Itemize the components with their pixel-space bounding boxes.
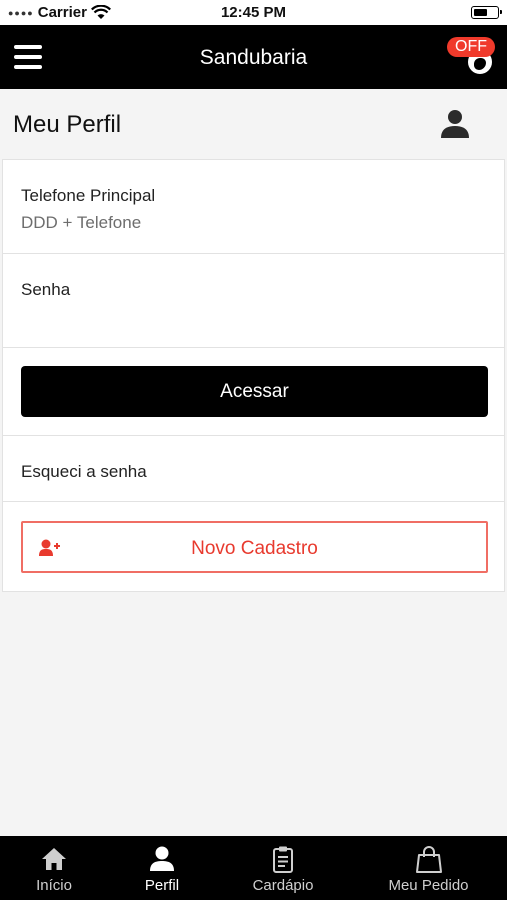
phone-label: Telefone Principal <box>21 186 156 205</box>
password-field-row: Senha <box>3 254 504 348</box>
login-row: Acessar <box>3 348 504 436</box>
phone-field-row: Telefone Principal <box>3 160 504 254</box>
tab-label: Meu Pedido <box>388 877 469 894</box>
tab-label: Cardápio <box>252 877 314 894</box>
battery-icon <box>471 6 502 19</box>
tab-perfil[interactable]: Perfil <box>108 836 216 900</box>
bottom-tab-bar: Início Perfil Cardápio Meu Pedido <box>0 836 507 900</box>
register-label: Novo Cadastro <box>191 538 318 559</box>
store-status-toggle[interactable]: OFF <box>445 35 495 77</box>
tab-label: Início <box>36 877 72 894</box>
user-icon <box>150 846 174 871</box>
page-header: Meu Perfil <box>0 89 507 159</box>
app-header: Sandubaria OFF <box>0 25 507 89</box>
register-button[interactable]: Novo Cadastro <box>21 521 488 573</box>
status-time: 12:45 PM <box>220 4 287 21</box>
forgot-password-row: Esqueci a senha <box>3 436 504 502</box>
tab-inicio[interactable]: Início <box>0 836 108 900</box>
phone-input[interactable] <box>21 212 481 234</box>
password-label: Senha <box>21 280 71 299</box>
home-icon <box>42 848 66 870</box>
login-form: Telefone Principal Senha Acessar Esqueci… <box>2 159 505 592</box>
app-title: Sandubaria <box>199 46 308 69</box>
forgot-password-link[interactable]: Esqueci a senha <box>21 462 147 482</box>
tab-label: Perfil <box>144 877 180 894</box>
tab-cardapio[interactable]: Cardápio <box>216 836 350 900</box>
page-title: Meu Perfil <box>13 111 122 138</box>
tab-meu-pedido[interactable]: Meu Pedido <box>350 836 507 900</box>
user-icon <box>441 110 469 138</box>
password-input[interactable] <box>21 306 481 328</box>
shopping-bag-icon <box>415 846 442 873</box>
status-badge: OFF <box>447 37 495 57</box>
clipboard-icon <box>273 846 293 873</box>
login-button[interactable]: Acessar <box>21 366 488 417</box>
status-bar: ●●●● Carrier 12:45 PM <box>0 0 507 25</box>
